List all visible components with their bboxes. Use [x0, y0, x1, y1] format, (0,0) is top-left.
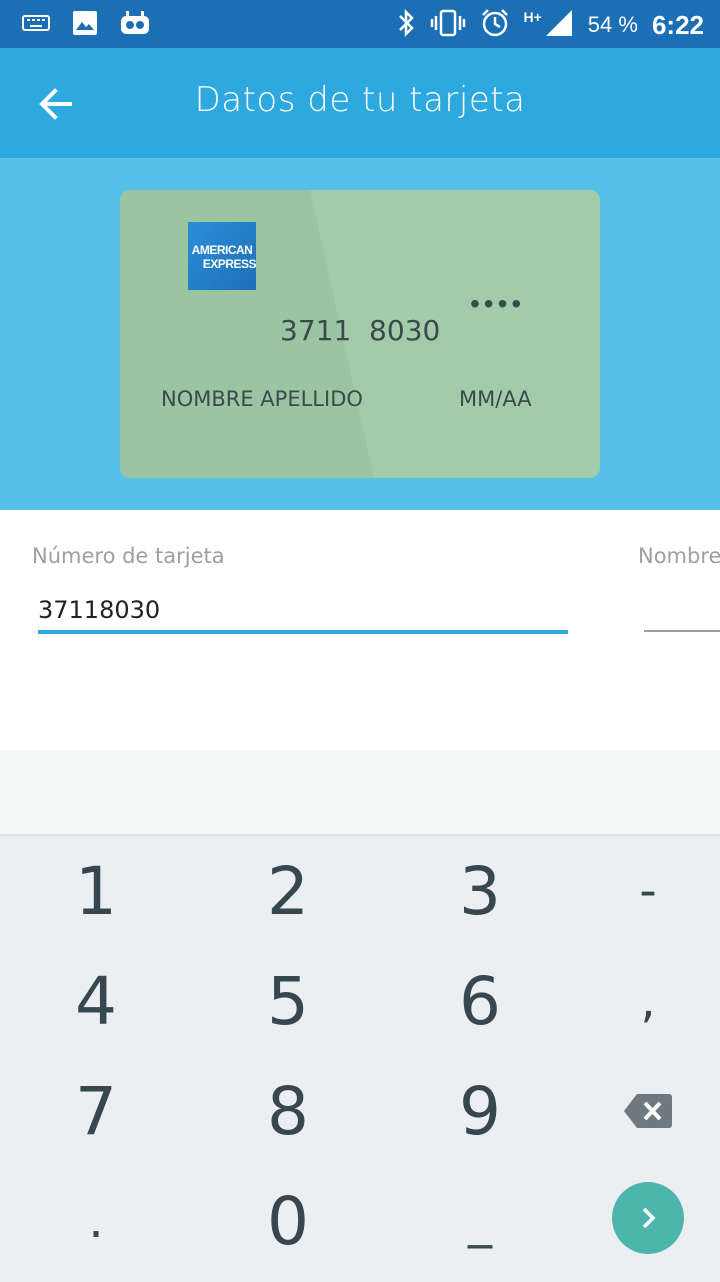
card-number-preview: 3711 8030 — [280, 314, 441, 347]
key-4[interactable]: 4 — [6, 946, 186, 1056]
backspace-key[interactable] — [558, 1056, 720, 1166]
amex-logo: AMERICAN EXPRESS — [188, 222, 257, 290]
brand-line-1: AMERICAN — [191, 243, 253, 257]
key-3[interactable]: 3 — [390, 836, 570, 946]
bluetooth-icon — [396, 8, 416, 42]
card-preview: AMERICAN EXPRESS •••• 3711 8030 NOMBRE A… — [120, 190, 600, 478]
next-button[interactable] — [612, 1182, 684, 1254]
image-icon — [72, 10, 98, 40]
key-5[interactable]: 5 — [198, 946, 378, 1056]
key-period[interactable]: . — [6, 1166, 186, 1276]
key-8[interactable]: 8 — [198, 1056, 378, 1166]
numeric-keyboard: 1 2 3 - 4 5 6 , 7 8 9 . 0 _ — [0, 834, 720, 1282]
card-number-label: Número de tarjeta — [32, 544, 225, 568]
page-title: Datos de tu tarjeta — [194, 80, 526, 120]
clock: 6:22 — [651, 9, 704, 40]
name-field[interactable] — [644, 630, 720, 632]
cyanogen-bot-icon — [120, 10, 150, 40]
key-7[interactable]: 7 — [6, 1056, 186, 1166]
expiry-preview: MM/AA — [459, 387, 532, 411]
key-0[interactable]: 0 — [198, 1166, 378, 1276]
status-bar-right: H+ 54 % 6:22 — [396, 8, 704, 42]
keyboard-icon — [22, 14, 50, 36]
backspace-icon — [624, 1094, 672, 1128]
brand-line-2: EXPRESS — [202, 257, 257, 271]
card-number-underline — [38, 630, 568, 634]
key-9[interactable]: 9 — [390, 1056, 570, 1166]
key-comma[interactable]: , — [558, 946, 720, 1056]
battery-percent: 54 % — [587, 12, 638, 37]
masked-digits: •••• — [470, 288, 526, 319]
status-bar: H+ 54 % 6:22 — [0, 0, 720, 48]
card-number-field[interactable]: 37118030 — [38, 596, 160, 624]
card-form: Número de tarjeta 37118030 Nombre — [0, 510, 720, 750]
name-label: Nombre — [638, 544, 720, 568]
key-dash[interactable]: - — [558, 836, 720, 946]
chevron-right-icon — [642, 1207, 656, 1229]
app-bar: Datos de tu tarjeta — [0, 48, 720, 158]
alarm-icon — [480, 8, 510, 42]
cardholder-name-preview: NOMBRE APELLIDO — [161, 387, 363, 411]
key-2[interactable]: 2 — [198, 836, 378, 946]
key-6[interactable]: 6 — [390, 946, 570, 1056]
status-bar-left — [22, 10, 150, 40]
key-1[interactable]: 1 — [6, 836, 186, 946]
key-underscore[interactable]: _ — [390, 1166, 570, 1276]
network-type: H+ — [523, 9, 542, 25]
keyboard-suggestion-strip — [0, 750, 720, 834]
card-preview-area: AMERICAN EXPRESS •••• 3711 8030 NOMBRE A… — [0, 158, 720, 510]
vibrate-icon — [430, 8, 466, 42]
signal-icon — [544, 8, 574, 42]
